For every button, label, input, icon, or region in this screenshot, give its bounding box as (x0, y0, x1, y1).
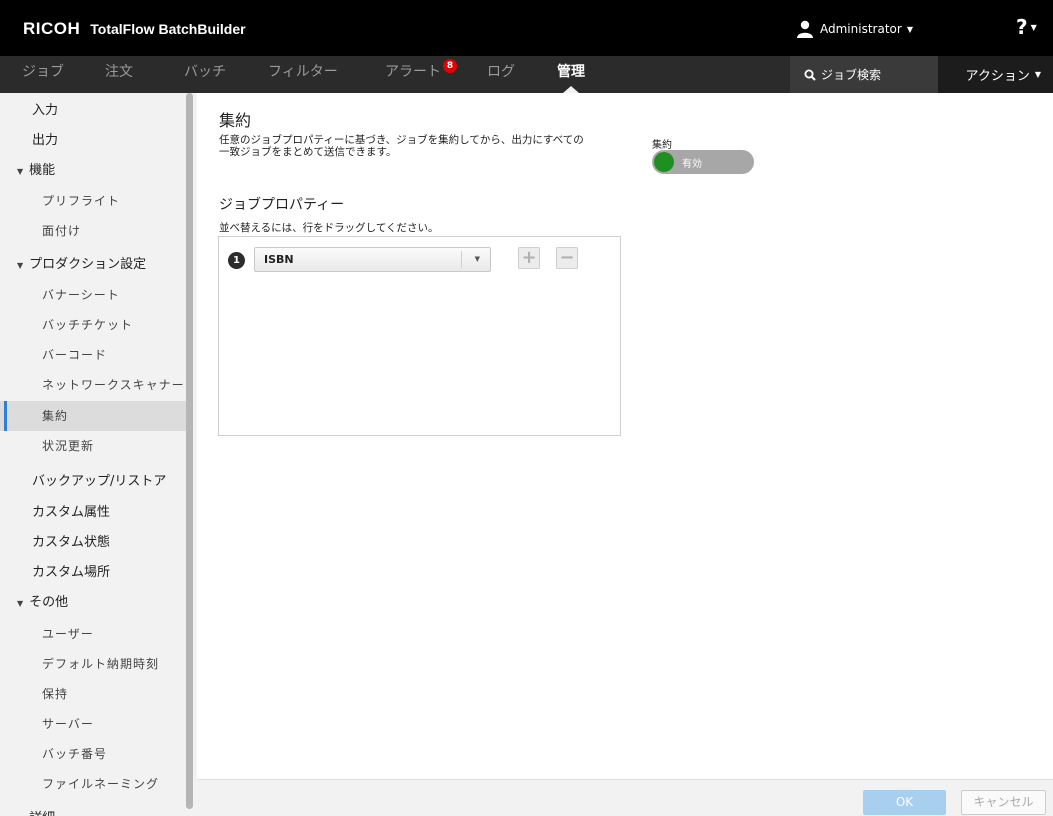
toggle-knob (654, 152, 674, 172)
tab-alerts[interactable]: アラート 8 (385, 56, 460, 93)
job-property-value: ISBN (264, 253, 294, 266)
tab-filters[interactable]: フィルター (268, 56, 338, 93)
chevron-down-icon: ▼ (906, 24, 913, 34)
sidebar-item-label: その他 (29, 595, 69, 610)
add-property-button[interactable]: + (518, 247, 540, 269)
actions-menu[interactable]: アクション ▼ (938, 56, 1053, 93)
sidebar-item-server[interactable]: サーバー (0, 709, 186, 739)
sidebar-item-backup-restore[interactable]: バックアップ/リストア (0, 467, 186, 497)
description-line-1: 任意のジョブプロパティーに基づき、ジョブを集約してから、出力にすべての (219, 134, 584, 146)
sidebar-item-custom-states[interactable]: カスタム状態 (0, 528, 186, 558)
job-property-list: 1 ISBN ▼ + − (218, 236, 621, 436)
job-property-select[interactable]: ISBN ▼ (254, 247, 491, 272)
tab-admin[interactable]: 管理 (557, 56, 585, 93)
sidebar-item-label: プロダクション設定 (29, 257, 147, 272)
help-icon: ? (1016, 15, 1028, 39)
sidebar-item-custom-attributes[interactable]: カスタム属性 (0, 498, 186, 528)
sidebar-item-barcode[interactable]: バーコード (0, 340, 186, 370)
sidebar-item-label: 機能 (29, 163, 56, 178)
sidebar-item-batch-ticket[interactable]: バッチチケット (0, 310, 186, 340)
sidebar: 入力 出力 ▼ 機能 プリフライト 面付け ▼ プロダクション設定 バナーシート バ… (0, 93, 197, 816)
brand: RICOH TotalFlow BatchBuilder (23, 19, 246, 39)
tab-batches[interactable]: バッチ (184, 56, 226, 93)
job-search-button[interactable]: ジョブ検索 (790, 56, 938, 93)
product-name: TotalFlow BatchBuilder (90, 21, 246, 37)
sidebar-item-output[interactable]: 出力 (0, 126, 186, 156)
plus-icon: + (521, 247, 537, 268)
brand-logo: RICOH (23, 19, 81, 38)
sidebar-item-batch-number[interactable]: バッチ番号 (0, 739, 186, 769)
sidebar-item-network-scanner[interactable]: ネットワークスキャナー (0, 370, 186, 400)
top-header: RICOH TotalFlow BatchBuilder Administrat… (0, 0, 1053, 56)
row-number-badge: 1 (228, 252, 245, 269)
section-title: ジョブプロパティー (219, 197, 345, 213)
help-menu[interactable]: ? ▼ (1016, 15, 1037, 39)
page-title: 集約 (219, 111, 252, 130)
sidebar-item-users[interactable]: ユーザー (0, 619, 186, 649)
sidebar-item-status-update[interactable]: 状況更新 (0, 431, 186, 461)
job-search-label: ジョブ検索 (821, 68, 882, 82)
sidebar-item-banner-sheet[interactable]: バナーシート (0, 280, 186, 310)
sidebar-item-details[interactable]: ▼詳細 (0, 804, 186, 816)
sidebar-item-default-due-time[interactable]: デフォルト納期時刻 (0, 649, 186, 679)
tab-orders[interactable]: 注文 (105, 56, 133, 93)
sidebar-item-file-naming[interactable]: ファイルネーミング (0, 769, 186, 799)
aggregation-toggle[interactable]: 有効 (652, 150, 754, 174)
sidebar-item-custom-locations[interactable]: カスタム場所 (0, 558, 186, 588)
sidebar-scrollbar[interactable] (186, 93, 193, 809)
chevron-down-icon: ▼ (1030, 22, 1037, 32)
cancel-button[interactable]: キャンセル (961, 790, 1046, 815)
main-panel: 集約 任意のジョブプロパティーに基づき、ジョブを集約してから、出力にすべての 一… (197, 93, 1053, 816)
tab-alerts-label: アラート (385, 64, 441, 80)
user-menu[interactable]: Administrator ▼ (796, 20, 913, 38)
drag-hint: 並べ替えるには、行をドラッグしてください。 (219, 222, 439, 234)
triangle-down-icon: ▼ (17, 167, 24, 176)
triangle-down-icon: ▼ (17, 599, 24, 608)
user-icon (797, 20, 813, 38)
main-nav: ジョブ 注文 バッチ フィルター アラート 8 ログ 管理 ジョブ検索 アクショ… (0, 56, 1053, 93)
sidebar-item-imposition[interactable]: 面付け (0, 216, 186, 246)
sidebar-item-label: 詳細 (29, 811, 55, 816)
description-line-2: 一致ジョブをまとめて送信できます。 (219, 146, 397, 158)
sidebar-item-retention[interactable]: 保持 (0, 679, 186, 709)
user-name: Administrator (820, 22, 902, 36)
toggle-state-label: 有効 (682, 159, 702, 170)
tab-jobs[interactable]: ジョブ (22, 56, 64, 93)
sidebar-item-input[interactable]: 入力 (0, 96, 186, 126)
footer-bar: OK キャンセル (197, 779, 1053, 816)
tab-logs[interactable]: ログ (487, 56, 515, 93)
search-icon (804, 69, 816, 81)
chevron-down-icon: ▼ (474, 255, 480, 263)
sidebar-item-features[interactable]: ▼ 機能 (0, 156, 186, 186)
sidebar-item-aggregation[interactable]: 集約 (0, 401, 186, 431)
remove-property-button[interactable]: − (556, 247, 578, 269)
sidebar-item-preflight[interactable]: プリフライト (0, 186, 186, 216)
actions-label: アクション (965, 69, 1030, 84)
sidebar-item-other[interactable]: ▼ その他 (0, 588, 186, 618)
triangle-down-icon: ▼ (17, 261, 24, 270)
sidebar-item-production-settings[interactable]: ▼ プロダクション設定 (0, 250, 186, 280)
chevron-down-icon: ▼ (1034, 70, 1041, 79)
alert-count-badge: 8 (443, 59, 457, 73)
select-divider (461, 251, 462, 268)
aggregation-toggle-label: 集約 (652, 140, 672, 151)
page-description: 任意のジョブプロパティーに基づき、ジョブを集約してから、出力にすべての 一致ジョ… (219, 134, 619, 158)
minus-icon: − (559, 247, 575, 268)
ok-button[interactable]: OK (863, 790, 946, 815)
